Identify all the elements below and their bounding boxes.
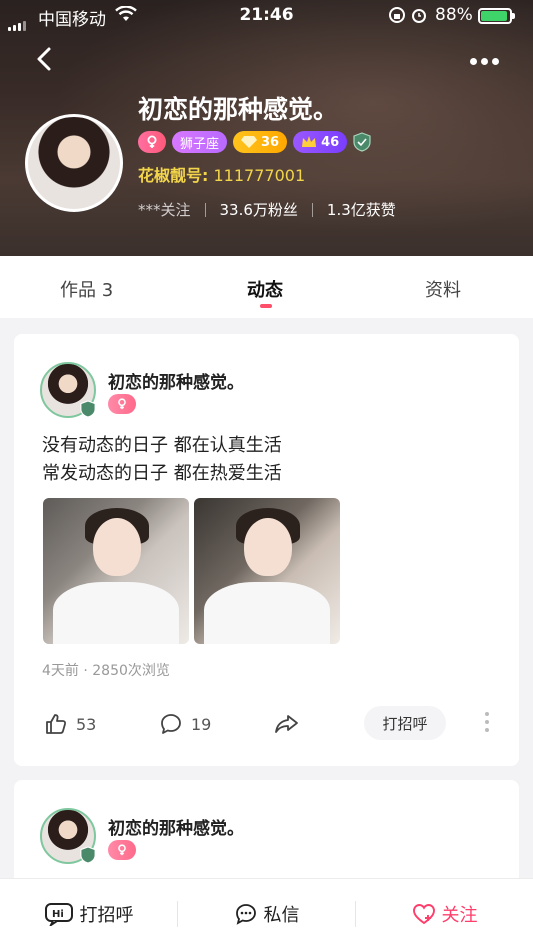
profile-tags: 狮子座 36 46 xyxy=(138,130,371,154)
female-icon xyxy=(147,135,157,148)
shield-badge-icon xyxy=(353,132,371,152)
post-text-line: 没有动态的日子 都在认真生活 xyxy=(42,435,282,456)
post-text: 没有动态的日子 都在认真生活 常发动态的日子 都在热爱生活 xyxy=(42,432,282,488)
crown-icon xyxy=(302,136,317,147)
follow-label: 关注 xyxy=(441,905,478,926)
diamond-icon xyxy=(241,136,258,148)
post-more-button[interactable] xyxy=(484,712,490,736)
rotation-lock-icon xyxy=(388,6,406,29)
battery-icon xyxy=(478,8,515,24)
like-count: 53 xyxy=(76,714,97,734)
bottom-greet-label: 打招呼 xyxy=(79,905,134,926)
post-card: 初恋的那种感觉。 没有动态的日子 都在认真生活 常发动态的日子 都在热爱生活 4… xyxy=(14,334,519,766)
tab-profile-info[interactable]: 资料 xyxy=(425,276,461,302)
post-actions: 53 19 打招呼 xyxy=(14,706,519,742)
fans-count[interactable]: 33.6万粉丝 xyxy=(220,199,298,220)
profile-name: 初恋的那种感觉。 xyxy=(138,95,339,124)
female-gender-badge xyxy=(108,394,136,414)
comment-button[interactable]: 19 xyxy=(159,712,211,736)
like-button[interactable]: 53 xyxy=(44,712,96,736)
likes-count: 1.3亿获赞 xyxy=(326,201,396,219)
profile-header: 中国移动 21:46 88% 初恋的那种感觉。 狮子座 36 46 花椒靓号: … xyxy=(0,0,533,256)
profile-avatar[interactable] xyxy=(25,114,123,212)
female-gender-badge xyxy=(138,131,166,153)
post-photo[interactable] xyxy=(194,498,340,644)
anchor-level-badge: 46 xyxy=(293,131,348,153)
chevron-left-icon xyxy=(37,47,51,71)
tab-moments[interactable]: 动态 xyxy=(247,276,283,302)
share-arrow-icon xyxy=(275,715,298,733)
shield-badge-icon xyxy=(80,846,96,864)
shield-badge-icon xyxy=(80,400,96,418)
profile-tabs: 作品 3 动态 资料 xyxy=(0,256,533,318)
post-meta: 4天前 · 2850次浏览 xyxy=(42,663,170,679)
wealth-level-value: 36 xyxy=(261,134,280,150)
huajiao-id-value: 111777001 xyxy=(213,166,306,185)
back-button[interactable] xyxy=(30,44,60,74)
post-author-name[interactable]: 初恋的那种感觉。 xyxy=(108,814,244,839)
bottom-greet-button[interactable]: Hi 打招呼 xyxy=(0,879,177,948)
svg-text:Hi: Hi xyxy=(52,909,64,920)
follow-button[interactable]: 关注 xyxy=(356,879,533,948)
following-count[interactable]: ***关注 xyxy=(138,199,191,220)
heart-plus-icon xyxy=(412,904,435,925)
comment-count: 19 xyxy=(191,714,212,734)
profile-stats: ***关注 33.6万粉丝 1.3亿获赞 xyxy=(138,199,396,220)
female-gender-badge xyxy=(108,840,136,860)
more-options-button[interactable] xyxy=(470,50,510,70)
thumbs-up-icon xyxy=(46,714,67,734)
bottom-action-bar: Hi 打招呼 私信 关注 xyxy=(0,878,533,948)
private-message-label: 私信 xyxy=(263,905,300,926)
huajiao-id: 花椒靓号: 111777001 xyxy=(138,162,305,186)
message-bubble-icon xyxy=(235,904,256,925)
post-text-line: 常发动态的日子 都在热爱生活 xyxy=(42,463,282,484)
female-icon xyxy=(118,398,126,410)
hi-bubble-icon: Hi xyxy=(44,903,73,926)
comment-bubble-icon xyxy=(161,714,181,734)
active-tab-indicator xyxy=(260,304,272,308)
greet-button[interactable]: 打招呼 xyxy=(364,706,446,740)
tab-works[interactable]: 作品 3 xyxy=(60,276,113,302)
alarm-icon xyxy=(410,6,428,29)
share-button[interactable] xyxy=(274,712,308,736)
post-photo[interactable] xyxy=(43,498,189,644)
battery-percent: 88% xyxy=(435,5,473,25)
zodiac-badge: 狮子座 xyxy=(172,131,228,153)
huajiao-id-label: 花椒靓号: xyxy=(138,166,209,185)
post-author-name[interactable]: 初恋的那种感觉。 xyxy=(108,368,244,393)
wealth-level-badge: 36 xyxy=(233,131,288,153)
anchor-level-value: 46 xyxy=(321,134,340,150)
status-bar: 中国移动 21:46 88% xyxy=(0,0,533,32)
female-icon xyxy=(118,844,126,856)
private-message-button[interactable]: 私信 xyxy=(178,879,355,948)
